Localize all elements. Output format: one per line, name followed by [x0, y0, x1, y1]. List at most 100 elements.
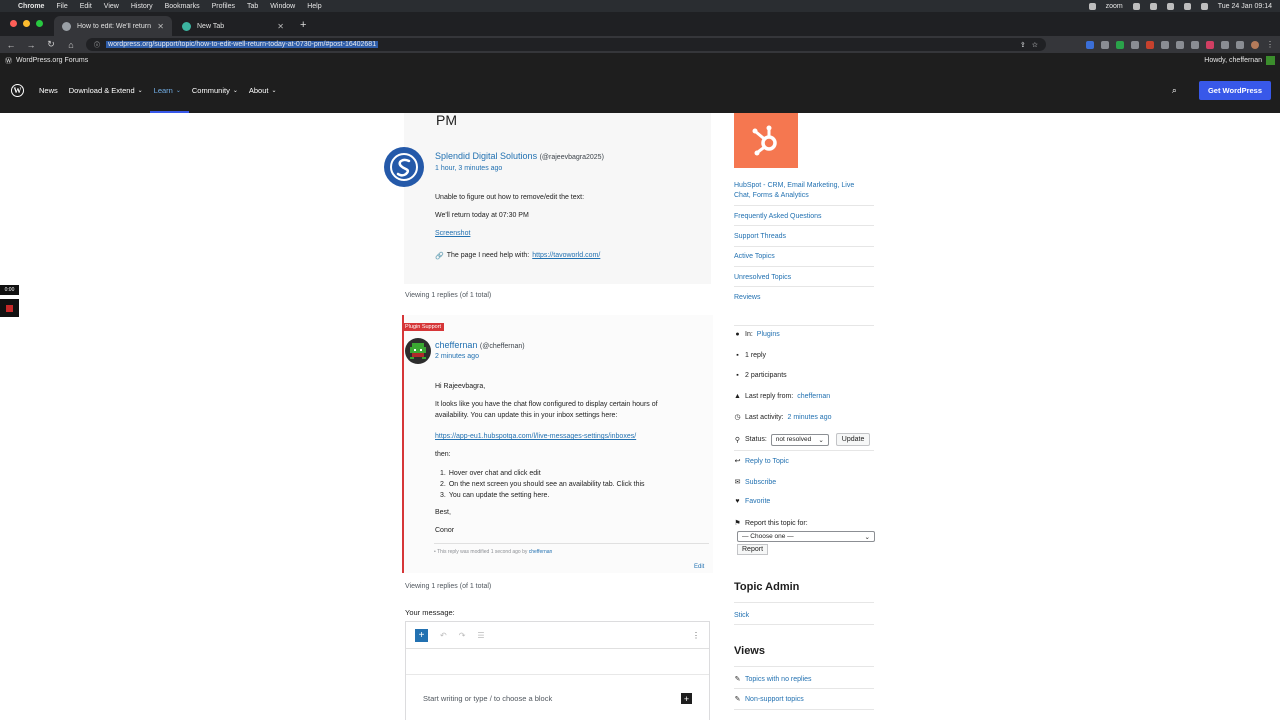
nav-about[interactable]: About ⌄ [249, 68, 277, 113]
forums-site-link[interactable]: WordPress.org Forums [16, 57, 88, 64]
report-reason-select[interactable]: — Choose one — ⌄ [737, 531, 875, 542]
status-icon[interactable] [1088, 2, 1096, 10]
extension-icon[interactable] [1191, 40, 1199, 49]
support-threads-link[interactable]: Support Threads [734, 232, 786, 242]
plugins-link[interactable]: Plugins [757, 331, 780, 338]
forward-arrow-icon[interactable]: → [26, 40, 36, 50]
undo-icon[interactable]: ↶ [440, 631, 447, 640]
wordpress-logo-icon[interactable]: W [11, 84, 24, 97]
extension-icon[interactable] [1116, 40, 1124, 49]
modified-by-link[interactable]: cheffernan [529, 549, 553, 555]
extension-icon[interactable] [1086, 40, 1094, 49]
tab-active[interactable]: How to edit: We'll return today ✕ [54, 16, 172, 36]
bookmark-star-icon[interactable]: ☆ [1032, 41, 1038, 49]
battery-icon[interactable] [1166, 2, 1174, 10]
reviews-link[interactable]: Reviews [734, 293, 760, 303]
active-topics-link[interactable]: Active Topics [734, 252, 775, 262]
author-link[interactable]: Splendid Digital Solutions [435, 151, 537, 161]
zoom-window-button[interactable] [36, 20, 43, 27]
menu-history[interactable]: History [131, 3, 153, 10]
list-view-icon[interactable]: ☰ [477, 631, 484, 640]
faq-link[interactable]: Frequently Asked Questions [734, 212, 822, 222]
search-icon[interactable] [1200, 2, 1208, 10]
menu-window[interactable]: Window [270, 3, 295, 10]
extension-icon[interactable] [1161, 40, 1169, 49]
extension-icon[interactable] [1206, 40, 1214, 49]
unresolved-topics-link[interactable]: Unresolved Topics [734, 273, 791, 283]
get-wordpress-button[interactable]: Get WordPress [1198, 81, 1271, 100]
last-activity-link[interactable]: 2 minutes ago [788, 414, 832, 421]
stick-link[interactable]: Stick [734, 611, 749, 621]
editor-placeholder[interactable]: Start writing or type / to choose a bloc… [423, 694, 552, 703]
nav-download-extend[interactable]: Download & Extend ⌄ [69, 68, 143, 113]
extension-icon[interactable] [1131, 40, 1139, 49]
home-icon[interactable]: ⌂ [66, 40, 76, 50]
sidebar-icon[interactable] [1236, 40, 1244, 49]
favorite-link[interactable]: Favorite [745, 498, 770, 505]
redo-icon[interactable]: ↷ [459, 631, 466, 640]
nav-community[interactable]: Community ⌄ [192, 68, 238, 113]
nav-learn[interactable]: Learn ⌄ [149, 68, 190, 113]
puzzle-icon[interactable] [1221, 40, 1229, 49]
inbox-settings-link[interactable]: https://app-eu1.hubspotqa.com/l/live-mes… [435, 431, 636, 442]
author-link[interactable]: cheffernan [435, 340, 477, 350]
menu-tab[interactable]: Tab [247, 3, 258, 10]
non-support-topics-link[interactable]: Non-support topics [745, 696, 804, 703]
wordpress-small-icon[interactable]: Ⓦ [5, 56, 12, 66]
share-icon[interactable]: ⇪ [1020, 41, 1026, 49]
last-reply-user-link[interactable]: cheffernan [797, 393, 830, 400]
hubspot-logo[interactable] [734, 113, 798, 168]
close-window-button[interactable] [10, 20, 17, 27]
close-icon[interactable]: ✕ [157, 22, 164, 31]
nav-news[interactable]: News [39, 68, 58, 113]
menu-file[interactable]: File [56, 3, 67, 10]
site-info-icon[interactable]: ⓘ [94, 40, 100, 49]
add-block-button[interactable]: + [415, 628, 428, 642]
more-options-icon[interactable]: ⋮ [692, 631, 700, 640]
stop-recording-button[interactable] [0, 299, 19, 317]
more-menu-icon[interactable]: ⋮ [1266, 40, 1274, 49]
screenshot-link[interactable]: Screenshot [435, 230, 470, 237]
status-icon[interactable] [1132, 2, 1140, 10]
plugin-name-link[interactable]: HubSpot - CRM, Email Marketing, Live Cha… [734, 181, 854, 201]
profile-avatar[interactable] [1251, 40, 1259, 49]
back-arrow-icon[interactable]: ← [6, 40, 16, 50]
tab-new[interactable]: New Tab ✕ [174, 16, 292, 36]
url-text[interactable]: wordpress.org/support/topic/how-to-edit-… [106, 41, 379, 48]
extension-icon[interactable] [1176, 40, 1184, 49]
clock[interactable]: Tue 24 Jan 09:14 [1218, 3, 1272, 10]
zoom-status[interactable]: zoom [1106, 3, 1123, 10]
avatar[interactable] [405, 338, 431, 364]
wifi-icon[interactable] [1183, 2, 1191, 10]
extension-icon[interactable] [1146, 40, 1154, 49]
search-icon[interactable]: ⌕ [1172, 85, 1177, 96]
avatar[interactable] [384, 147, 424, 187]
page-help-url[interactable]: https://tavoworld.com/ [532, 252, 600, 260]
account-menu[interactable]: Howdy, cheffernan [1204, 56, 1275, 65]
status-icon[interactable] [1149, 2, 1157, 10]
address-bar[interactable]: ⓘ wordpress.org/support/topic/how-to-edi… [86, 38, 1046, 51]
step-text: On the next screen you should see an ava… [448, 481, 645, 488]
subscribe-link[interactable]: Subscribe [745, 479, 776, 486]
menu-view[interactable]: View [104, 3, 119, 10]
status-select[interactable]: not resolved ⌄ [770, 433, 829, 446]
reload-icon[interactable]: ↻ [46, 39, 56, 50]
inserter-plus-icon[interactable]: + [681, 693, 692, 704]
new-tab-plus-icon[interactable]: + [300, 19, 306, 31]
menu-help[interactable]: Help [307, 3, 321, 10]
minimize-window-button[interactable] [23, 20, 30, 27]
topics-no-replies-link[interactable]: Topics with no replies [745, 676, 812, 683]
last-reply: ▲ Last reply from: cheffernan [734, 393, 830, 400]
update-button[interactable]: Update [835, 433, 871, 446]
topic-timestamp[interactable]: 1 hour, 3 minutes ago [435, 165, 502, 172]
menu-app[interactable]: Chrome [18, 3, 44, 10]
menu-profiles[interactable]: Profiles [212, 3, 235, 10]
menu-bookmarks[interactable]: Bookmarks [165, 3, 200, 10]
close-icon[interactable]: ✕ [277, 22, 284, 31]
report-button[interactable]: Report [737, 544, 769, 555]
edit-link[interactable]: Edit [694, 564, 704, 570]
menu-edit[interactable]: Edit [80, 3, 92, 10]
reply-timestamp[interactable]: 2 minutes ago [435, 353, 479, 360]
extension-icon[interactable] [1101, 40, 1109, 49]
reply-to-topic-link[interactable]: Reply to Topic [745, 458, 789, 465]
